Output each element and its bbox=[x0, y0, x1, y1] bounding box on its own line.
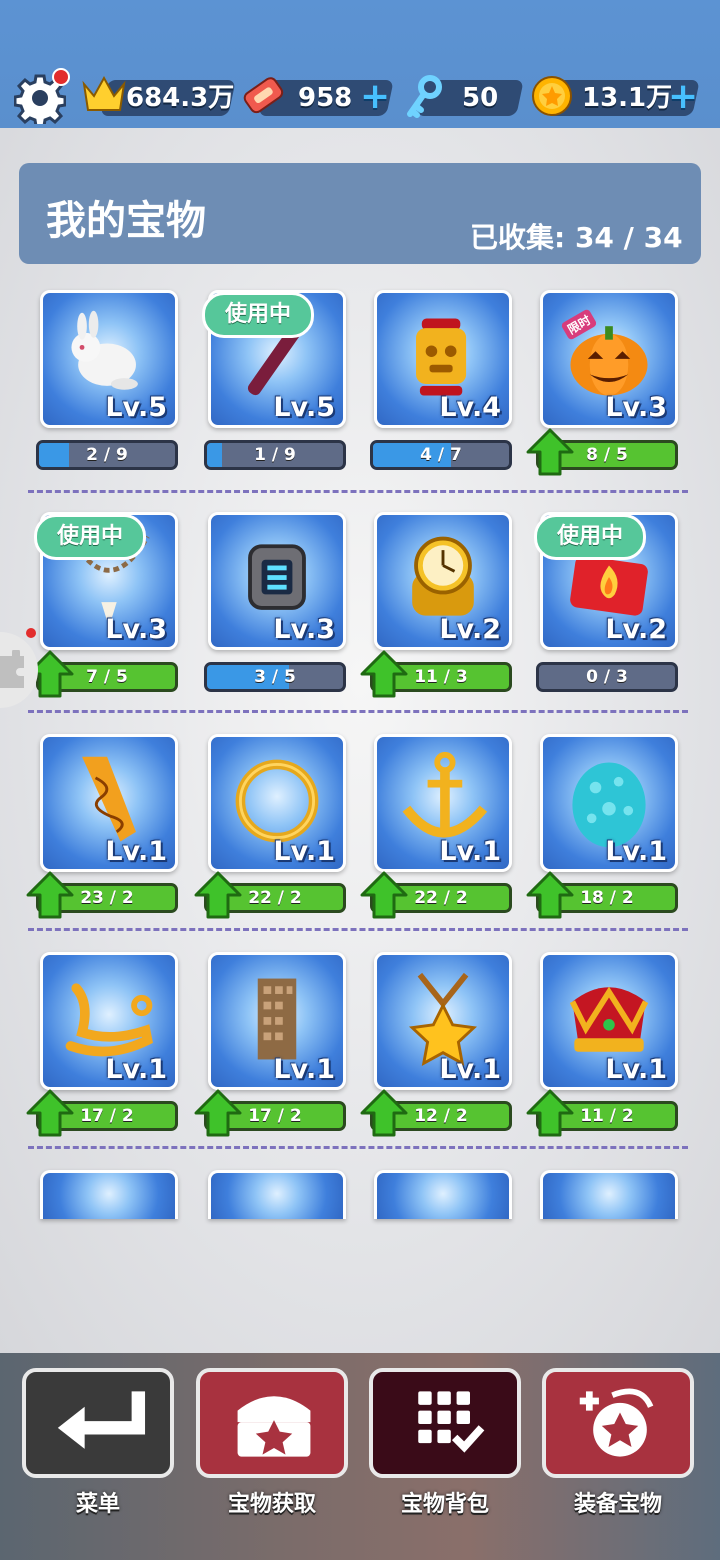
treasure-level: Lv.3 bbox=[273, 614, 335, 645]
ticket-add-button[interactable]: + bbox=[360, 78, 390, 116]
side-notification-dot bbox=[26, 628, 36, 638]
treasure-level: Lv.4 bbox=[439, 392, 501, 423]
treasure-card-smart-watch[interactable]: Lv.3 bbox=[208, 512, 346, 650]
treasure-chest-icon bbox=[237, 1396, 311, 1457]
treasure-level: Lv.1 bbox=[605, 1054, 667, 1085]
return-arrow-icon bbox=[57, 1391, 146, 1449]
progress-text: 4 / 7 bbox=[420, 445, 462, 465]
bag-button[interactable] bbox=[369, 1368, 521, 1478]
treasure-card-rabbit[interactable]: Lv.5 bbox=[40, 290, 178, 428]
upgrade-arrow-icon[interactable] bbox=[360, 650, 408, 698]
in-use-badge: 使用中 bbox=[34, 514, 147, 560]
treasure-card-golden-ring[interactable]: Lv.1 bbox=[208, 734, 346, 872]
coin-value: 13.1万 bbox=[582, 83, 673, 113]
progress-bar: 1 / 9 bbox=[204, 440, 346, 470]
key-icon bbox=[407, 75, 442, 118]
treasure-level: Lv.1 bbox=[273, 836, 335, 867]
crown-icon bbox=[82, 75, 126, 111]
upgrade-arrow-icon[interactable] bbox=[26, 1089, 74, 1137]
equip-button[interactable] bbox=[542, 1368, 694, 1478]
collected-count: 已收集: 34 / 34 bbox=[470, 221, 683, 254]
upgrade-arrow-icon[interactable] bbox=[526, 871, 574, 919]
equip-medal-icon bbox=[579, 1388, 654, 1457]
bag-label: 宝物背包 bbox=[400, 1492, 489, 1517]
treasure-level: Lv.2 bbox=[605, 614, 667, 645]
progress-bar: 4 / 7 bbox=[370, 440, 512, 470]
upgrade-arrow-icon[interactable] bbox=[526, 428, 574, 476]
progress-text: 0 / 3 bbox=[586, 667, 628, 687]
treasure-level: Lv.5 bbox=[273, 392, 335, 423]
treasure-card-golden-horn[interactable]: Lv.1 bbox=[40, 952, 178, 1090]
equip-label: 装备宝物 bbox=[573, 1492, 662, 1517]
progress-text: 1 / 9 bbox=[254, 445, 296, 465]
treasure-level: Lv.1 bbox=[273, 1054, 335, 1085]
page-title: 我的宝物 bbox=[46, 198, 206, 244]
menu-label: 菜单 bbox=[75, 1492, 120, 1517]
treasure-card-partial[interactable] bbox=[208, 1170, 346, 1219]
upgrade-arrow-icon[interactable] bbox=[194, 871, 242, 919]
menu-button[interactable] bbox=[22, 1368, 174, 1478]
treasure-level: Lv.2 bbox=[439, 614, 501, 645]
treasure-card-crown[interactable]: Lv.1 bbox=[540, 952, 678, 1090]
treasure-card-gold-watch[interactable]: Lv.2 bbox=[374, 512, 512, 650]
treasure-level: Lv.5 bbox=[105, 392, 167, 423]
treasure-card-golden-idol[interactable]: Lv.4 bbox=[374, 290, 512, 428]
get-label: 宝物获取 bbox=[227, 1492, 316, 1517]
progress-bar: 2 / 9 bbox=[36, 440, 178, 470]
treasure-level: Lv.1 bbox=[105, 1054, 167, 1085]
settings-notification-dot bbox=[52, 68, 70, 86]
treasure-level: Lv.3 bbox=[605, 392, 667, 423]
treasure-card-star-medal[interactable]: Lv.1 bbox=[374, 952, 512, 1090]
treasure-level: Lv.1 bbox=[439, 1054, 501, 1085]
treasure-card-partial[interactable] bbox=[40, 1170, 178, 1219]
row-divider bbox=[28, 928, 688, 931]
treasure-card-partial[interactable] bbox=[540, 1170, 678, 1219]
treasure-card-pumpkin[interactable]: Lv.3 限时 bbox=[540, 290, 678, 428]
in-use-badge: 使用中 bbox=[202, 292, 315, 338]
upgrade-arrow-icon[interactable] bbox=[360, 871, 408, 919]
coin-add-button[interactable]: + bbox=[668, 78, 698, 116]
progress-text: 3 / 5 bbox=[254, 667, 296, 687]
row-divider bbox=[28, 710, 688, 713]
treasure-level: Lv.1 bbox=[105, 836, 167, 867]
progress-bar: 0 / 3 bbox=[536, 662, 678, 692]
key-value: 50 bbox=[462, 83, 499, 113]
treasure-card-spotted-egg[interactable]: Lv.1 bbox=[540, 734, 678, 872]
treasure-card-anchor[interactable]: Lv.1 bbox=[374, 734, 512, 872]
treasure-level: Lv.3 bbox=[105, 614, 167, 645]
crown-value: 684.3万 bbox=[126, 83, 235, 113]
row-divider bbox=[28, 490, 688, 493]
in-use-badge: 使用中 bbox=[534, 514, 647, 560]
treasure-card-golden-scroll[interactable]: Lv.1 bbox=[40, 734, 178, 872]
ticket-value: 958 bbox=[298, 83, 353, 113]
progress-bar: 3 / 5 bbox=[204, 662, 346, 692]
ticket-icon bbox=[243, 77, 284, 114]
get-button[interactable] bbox=[196, 1368, 348, 1478]
treasure-level: Lv.1 bbox=[605, 836, 667, 867]
upgrade-arrow-icon[interactable] bbox=[360, 1089, 408, 1137]
treasure-card-partial[interactable] bbox=[374, 1170, 512, 1219]
coin-icon bbox=[532, 76, 572, 116]
puzzle-icon bbox=[0, 650, 24, 688]
progress-text: 2 / 9 bbox=[86, 445, 128, 465]
upgrade-arrow-icon[interactable] bbox=[194, 1089, 242, 1137]
treasure-card-skyscraper[interactable]: Lv.1 bbox=[208, 952, 346, 1090]
grid-check-icon bbox=[418, 1391, 485, 1453]
upgrade-arrow-icon[interactable] bbox=[526, 1089, 574, 1137]
treasure-level: Lv.1 bbox=[439, 836, 501, 867]
upgrade-arrow-icon[interactable] bbox=[26, 871, 74, 919]
row-divider bbox=[28, 1146, 688, 1149]
